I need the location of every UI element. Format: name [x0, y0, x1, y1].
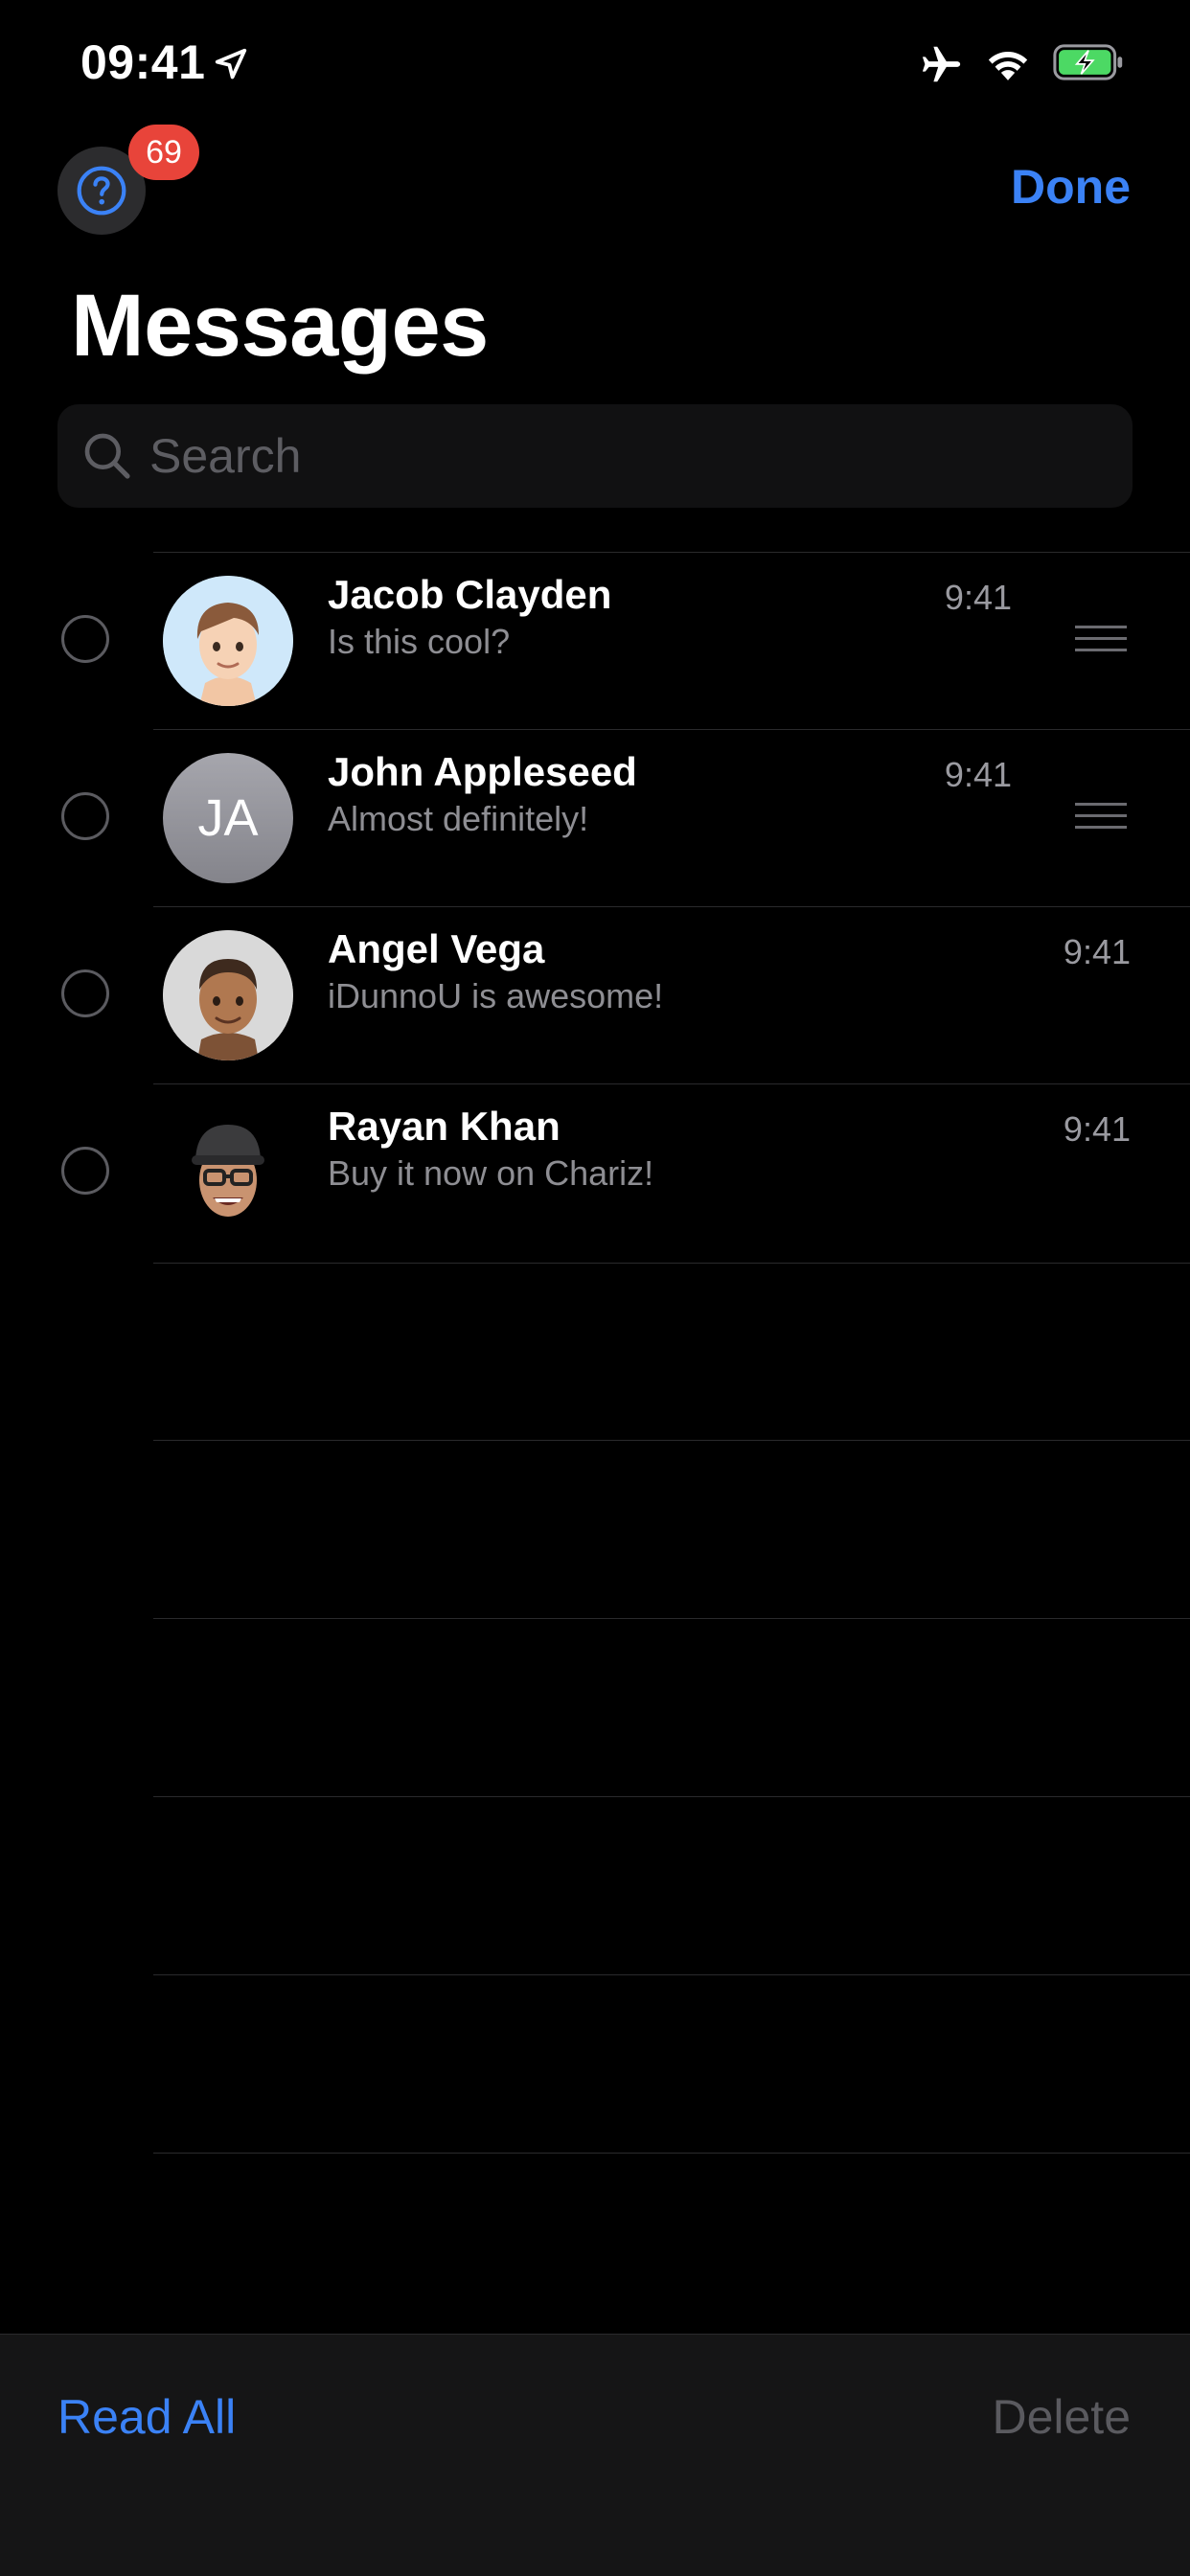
message-time: 9:41 [1063, 1109, 1131, 1149]
conversation-row[interactable]: JA John Appleseed Almost definitely! 9:4… [0, 730, 1190, 907]
reorder-handle-icon[interactable] [1075, 626, 1127, 652]
search-input[interactable] [148, 427, 1014, 485]
memoji-avatar-icon [192, 1125, 264, 1217]
contact-name: Angel Vega [328, 926, 545, 971]
message-time: 9:41 [944, 755, 1012, 794]
list-divider [153, 1974, 1190, 1975]
contact-name: Rayan Khan [328, 1104, 561, 1149]
conversation-row[interactable]: Jacob Clayden Is this cool? 9:41 [0, 553, 1190, 730]
message-preview: Is this cool? [328, 622, 511, 661]
avatar-initials: JA [197, 789, 259, 847]
notification-badge: 69 [128, 125, 199, 180]
select-radio[interactable] [61, 969, 109, 1017]
select-radio[interactable] [61, 792, 109, 840]
bottom-toolbar [0, 2334, 1190, 2576]
page-title: Messages [71, 277, 489, 375]
read-all-button[interactable]: Read All [57, 2389, 236, 2445]
search-icon [84, 433, 130, 479]
wifi-icon [988, 52, 1028, 80]
message-preview: Almost definitely! [328, 799, 589, 838]
conversation-row[interactable]: Rayan Khan Buy it now on Chariz! 9:41 [0, 1084, 1190, 1262]
message-preview: iDunnoU is awesome! [328, 976, 664, 1015]
airplane-mode-icon [922, 46, 961, 82]
select-radio[interactable] [61, 615, 109, 663]
message-preview: Buy it now on Chariz! [328, 1153, 654, 1193]
select-radio[interactable] [61, 1147, 109, 1195]
memoji-avatar-icon [163, 576, 293, 706]
list-divider [153, 1440, 1190, 1441]
avatar: JA [163, 753, 293, 883]
question-mark-icon [77, 166, 126, 216]
avatar [163, 1107, 293, 1238]
list-divider [153, 1796, 1190, 1797]
done-button[interactable]: Done [1011, 159, 1131, 215]
list-divider [153, 2153, 1190, 2154]
status-time: 09:41 [80, 35, 206, 89]
memoji-avatar-icon [163, 930, 293, 1060]
contact-name: John Appleseed [328, 749, 637, 794]
reorder-handle-icon[interactable] [1075, 803, 1127, 830]
message-time: 9:41 [944, 578, 1012, 617]
avatar [163, 930, 293, 1060]
conversation-row[interactable]: Angel Vega iDunnoU is awesome! 9:41 [0, 907, 1190, 1084]
list-divider [153, 1263, 1190, 1264]
message-time: 9:41 [1063, 932, 1131, 971]
location-arrow-icon [215, 48, 247, 80]
delete-button[interactable]: Delete [992, 2389, 1131, 2445]
avatar [163, 576, 293, 706]
contact-name: Jacob Clayden [328, 572, 612, 617]
list-divider [153, 1618, 1190, 1619]
search-bar[interactable] [57, 404, 1133, 508]
battery-charging-icon [1053, 44, 1123, 80]
